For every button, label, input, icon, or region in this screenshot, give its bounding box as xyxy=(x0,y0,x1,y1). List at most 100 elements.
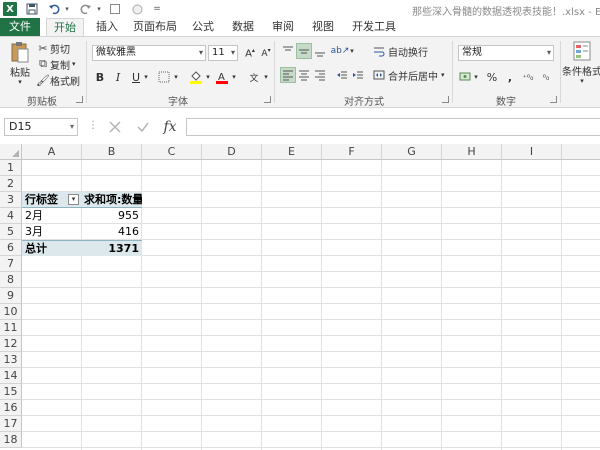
row-header-2[interactable]: 2 xyxy=(0,176,22,192)
row-header-15[interactable]: 15 xyxy=(0,384,22,400)
row-header-14[interactable]: 14 xyxy=(0,368,22,384)
copy-button[interactable]: ⧉ 复制 ▾ xyxy=(36,57,75,72)
orientation-button[interactable]: ab↗ xyxy=(331,43,350,59)
row-header-1[interactable]: 1 xyxy=(0,160,22,176)
row-header-11[interactable]: 11 xyxy=(0,320,22,336)
row-header-12[interactable]: 12 xyxy=(0,336,22,352)
row-header-18[interactable]: 18 xyxy=(0,432,22,448)
enter-icon[interactable] xyxy=(134,118,152,136)
borders-button[interactable] xyxy=(156,69,172,85)
font-color-button[interactable]: A xyxy=(214,69,230,85)
tab-data[interactable]: 数据 xyxy=(226,18,260,36)
row-header-16[interactable]: 16 xyxy=(0,400,22,416)
number-launcher-icon[interactable] xyxy=(550,96,557,103)
column-header-g[interactable]: G xyxy=(382,144,442,160)
tab-view[interactable]: 视图 xyxy=(306,18,340,36)
pivot-row-value[interactable]: 416 xyxy=(82,224,142,240)
merge-center-button[interactable]: 合并后居中 ▾ xyxy=(372,68,445,83)
row-header-5[interactable]: 5 xyxy=(0,224,22,240)
column-header-overflow[interactable] xyxy=(562,144,600,160)
font-size-select[interactable]: 11 ▾ xyxy=(208,45,238,61)
align-middle-button[interactable] xyxy=(296,43,312,59)
phonetic-button[interactable]: 文 xyxy=(246,69,262,85)
clipboard-launcher-icon[interactable] xyxy=(76,96,83,103)
column-header-e[interactable]: E xyxy=(262,144,322,160)
column-header-d[interactable]: D xyxy=(202,144,262,160)
column-header-a[interactable]: A xyxy=(22,144,82,160)
column-header-h[interactable]: H xyxy=(442,144,502,160)
row-header-8[interactable]: 8 xyxy=(0,272,22,288)
pivot-row-value[interactable]: 955 xyxy=(82,208,142,224)
grow-font-button[interactable]: A▴ xyxy=(242,45,258,61)
redo-icon[interactable] xyxy=(78,1,94,17)
save-icon[interactable] xyxy=(24,1,40,17)
row-header-3[interactable]: 3 xyxy=(0,192,22,208)
phonetic-dropdown-icon[interactable]: ▾ xyxy=(262,69,270,85)
decrease-indent-button[interactable] xyxy=(334,67,350,83)
column-header-c[interactable]: C xyxy=(142,144,202,160)
increase-indent-button[interactable] xyxy=(350,67,366,83)
align-top-button[interactable] xyxy=(280,43,296,59)
align-left-button[interactable] xyxy=(280,67,296,83)
tab-file[interactable]: 文件 xyxy=(0,18,40,36)
format-painter-button[interactable]: 🖌 格式刷 xyxy=(36,73,80,88)
cancel-icon[interactable] xyxy=(106,118,124,136)
row-header-4[interactable]: 4 xyxy=(0,208,22,224)
number-format-select[interactable]: 常规 ▾ xyxy=(458,45,554,61)
row-header-6[interactable]: 6 xyxy=(0,240,22,256)
row-header-9[interactable]: 9 xyxy=(0,288,22,304)
formula-input[interactable] xyxy=(186,118,600,136)
font-launcher-icon[interactable] xyxy=(264,96,271,103)
alignment-launcher-icon[interactable] xyxy=(442,96,449,103)
checkbox-icon[interactable] xyxy=(108,1,122,17)
orientation-dropdown-icon[interactable]: ▾ xyxy=(348,43,356,59)
shrink-font-button[interactable]: A▾ xyxy=(258,45,274,61)
borders-dropdown-icon[interactable]: ▾ xyxy=(172,69,180,85)
pivot-value-header[interactable]: 求和项:数量 xyxy=(82,192,142,208)
undo-dropdown-icon[interactable]: ▾ xyxy=(62,1,72,17)
tab-insert[interactable]: 插入 xyxy=(90,18,124,36)
increase-decimal-button[interactable]: ⁺⁰₀ xyxy=(520,69,536,85)
bold-button[interactable]: B xyxy=(92,69,108,85)
select-all-button[interactable] xyxy=(0,144,22,160)
customize-toolbar-icon[interactable]: = xyxy=(150,1,164,17)
align-center-button[interactable] xyxy=(296,67,312,83)
align-bottom-button[interactable] xyxy=(312,43,328,59)
wrap-text-button[interactable]: 自动换行 xyxy=(372,44,428,59)
pivot-filter-dropdown-icon[interactable]: ▾ xyxy=(68,194,79,205)
column-header-i[interactable]: I xyxy=(502,144,562,160)
percent-button[interactable]: % xyxy=(484,69,500,85)
cut-button[interactable]: ✂ 剪切 xyxy=(36,41,70,56)
accounting-dropdown-icon[interactable]: ▾ xyxy=(472,69,480,85)
decrease-decimal-button[interactable]: ⁰₀ xyxy=(538,69,554,85)
name-box[interactable]: D15 ▾ xyxy=(4,118,78,136)
pivot-row-labels-header[interactable]: 行标签 ▾ xyxy=(22,192,82,208)
conditional-formatting-button[interactable]: 条件格式 ▾ xyxy=(562,41,600,87)
fill-color-button[interactable] xyxy=(188,69,204,85)
fill-color-dropdown-icon[interactable]: ▾ xyxy=(204,69,212,85)
pivot-row-label[interactable]: 3月 xyxy=(22,224,82,240)
row-header-13[interactable]: 13 xyxy=(0,352,22,368)
tab-formulas[interactable]: 公式 xyxy=(186,18,220,36)
italic-button[interactable]: I xyxy=(110,69,126,85)
row-header-10[interactable]: 10 xyxy=(0,304,22,320)
tab-review[interactable]: 审阅 xyxy=(266,18,300,36)
pivot-row-label[interactable]: 2月 xyxy=(22,208,82,224)
circle-icon[interactable] xyxy=(130,1,144,17)
redo-dropdown-icon[interactable]: ▾ xyxy=(94,1,104,17)
insert-function-button[interactable]: fx xyxy=(160,117,180,137)
align-right-button[interactable] xyxy=(312,67,328,83)
underline-dropdown-icon[interactable]: ▾ xyxy=(142,69,150,85)
row-header-7[interactable]: 7 xyxy=(0,256,22,272)
tab-home[interactable]: 开始 xyxy=(46,18,84,36)
column-header-f[interactable]: F xyxy=(322,144,382,160)
row-header-17[interactable]: 17 xyxy=(0,416,22,432)
tab-page-layout[interactable]: 页面布局 xyxy=(130,18,180,36)
column-header-b[interactable]: B xyxy=(82,144,142,160)
undo-icon[interactable] xyxy=(46,1,62,17)
pivot-grand-total-value[interactable]: 1371 xyxy=(82,240,142,256)
comma-button[interactable]: , xyxy=(502,69,518,85)
font-color-dropdown-icon[interactable]: ▾ xyxy=(230,69,238,85)
tab-developer[interactable]: 开发工具 xyxy=(348,18,400,36)
paste-button[interactable]: 粘贴 ▾ xyxy=(6,41,34,86)
